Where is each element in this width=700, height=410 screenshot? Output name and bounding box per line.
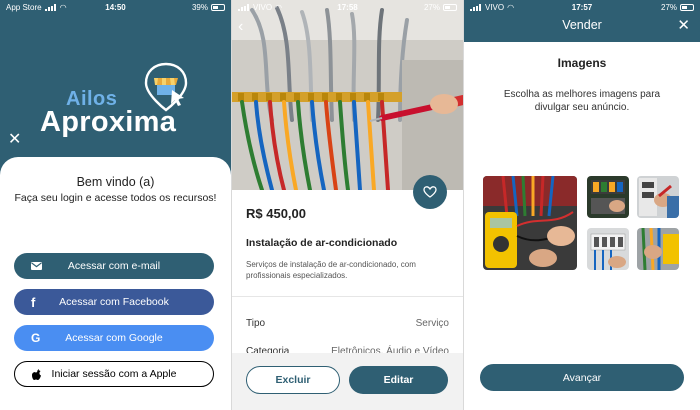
delete-button[interactable]: Excluir bbox=[246, 366, 340, 394]
clock: 14:50 bbox=[105, 2, 126, 12]
next-button[interactable]: Avançar bbox=[480, 364, 684, 391]
section-instructions: Escolha as melhores imagens para divulga… bbox=[503, 89, 661, 113]
listing-description: Serviços de instalação de ar-condicionad… bbox=[246, 260, 416, 280]
login-apple-button[interactable]: Iniciar sessão com a Apple bbox=[14, 361, 214, 387]
login-email-label: Acessar com e-mail bbox=[67, 260, 161, 272]
electrical-panel-image bbox=[232, 0, 463, 190]
divider bbox=[232, 296, 463, 297]
carrier-label: VIVO bbox=[253, 2, 273, 12]
facebook-icon: f bbox=[31, 294, 36, 310]
status-bar: VIVO ◠ 17:57 27% bbox=[464, 0, 700, 14]
status-bar: VIVO ◠ 17:58 27% bbox=[232, 0, 463, 14]
close-icon[interactable]: ✕ bbox=[677, 16, 690, 34]
battery-icon bbox=[211, 3, 225, 11]
heart-icon bbox=[423, 186, 437, 198]
listing-photo[interactable]: VIVO ◠ 17:58 27% ‹ bbox=[232, 0, 463, 190]
welcome-title: Bem vindo (a) bbox=[76, 175, 155, 189]
header-bar: VIVO ◠ 17:57 27% Vender ✕ bbox=[464, 0, 700, 42]
login-sheet: Bem vindo (a) Faça seu login e acesse to… bbox=[0, 157, 231, 410]
login-google-button[interactable]: G Acessar com Google bbox=[14, 325, 214, 351]
battery-percent: 27% bbox=[423, 2, 440, 12]
login-facebook-button[interactable]: f Acessar com Facebook bbox=[14, 289, 214, 315]
google-icon: G bbox=[31, 331, 41, 345]
detail-row-type: Tipo Serviço bbox=[246, 318, 449, 329]
circuit-breaker-photo bbox=[587, 228, 629, 270]
technician-photo bbox=[637, 176, 679, 218]
app-logo: Ailos Aproxima bbox=[40, 62, 200, 142]
selected-image-thumbnail[interactable] bbox=[483, 176, 577, 270]
image-thumbnail[interactable] bbox=[637, 228, 679, 270]
login-apple-label: Iniciar sessão com a Apple bbox=[51, 368, 177, 380]
sell-screen: VIVO ◠ 17:57 27% Vender ✕ Imagens Escolh… bbox=[464, 0, 700, 410]
battery-percent: 39% bbox=[191, 2, 208, 12]
signal-icon bbox=[44, 3, 57, 11]
clock: 17:57 bbox=[571, 2, 593, 12]
signal-icon bbox=[238, 3, 250, 11]
storefront-pin-icon bbox=[144, 62, 188, 112]
carrier-label: VIVO bbox=[485, 2, 505, 12]
battery-icon bbox=[443, 3, 457, 11]
clock: 17:58 bbox=[337, 2, 358, 12]
edit-button[interactable]: Editar bbox=[349, 366, 448, 394]
battery-percent: 27% bbox=[661, 2, 678, 12]
signal-icon bbox=[470, 3, 482, 11]
battery-icon bbox=[680, 3, 695, 11]
image-thumbnail[interactable] bbox=[587, 228, 629, 270]
fuse-box-photo bbox=[587, 176, 629, 218]
envelope-icon bbox=[31, 253, 42, 279]
login-facebook-label: Acessar com Facebook bbox=[59, 296, 169, 308]
back-to-app-label[interactable]: App Store bbox=[6, 3, 42, 12]
wifi-icon: ◠ bbox=[507, 2, 515, 12]
login-google-label: Acessar com Google bbox=[65, 332, 163, 344]
detail-value: Serviço bbox=[415, 318, 449, 329]
status-bar: App Store ◠ 14:50 39% bbox=[0, 0, 231, 14]
apple-icon bbox=[32, 362, 42, 388]
close-icon[interactable]: ✕ bbox=[8, 132, 21, 148]
login-email-button[interactable]: Acessar com e-mail bbox=[14, 253, 214, 279]
image-thumbnail[interactable] bbox=[587, 176, 629, 218]
listing-price: R$ 450,00 bbox=[246, 206, 306, 221]
listing-screen: VIVO ◠ 17:58 27% ‹ R$ 450,00 Instalação … bbox=[232, 0, 463, 410]
welcome-subtitle: Faça seu login e acesse todos os recurso… bbox=[14, 192, 217, 204]
login-screen: App Store ◠ 14:50 39% Ailos Aproxima ✕ B… bbox=[0, 0, 231, 410]
detail-label: Tipo bbox=[246, 318, 266, 329]
favorite-button[interactable] bbox=[413, 175, 447, 209]
back-chevron-icon[interactable]: ‹ bbox=[238, 18, 243, 36]
wiring-photo bbox=[637, 228, 679, 270]
page-title: Vender bbox=[562, 18, 602, 32]
multimeter-photo bbox=[483, 176, 577, 270]
section-title: Imagens bbox=[557, 56, 607, 70]
image-thumbnail[interactable] bbox=[637, 176, 679, 218]
listing-title: Instalação de ar-condicionado bbox=[246, 237, 398, 249]
wifi-icon: ◠ bbox=[275, 2, 283, 12]
wifi-icon: ◠ bbox=[59, 2, 67, 12]
action-bar: Excluir Editar bbox=[232, 353, 463, 410]
